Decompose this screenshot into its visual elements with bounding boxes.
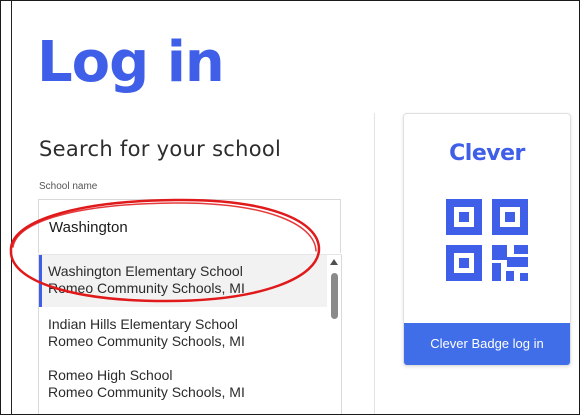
window-edge (11, 1, 12, 414)
result-school-name: Washington Elementary School (48, 263, 243, 279)
results-scrollbar[interactable] (327, 255, 341, 414)
result-item-washington-elementary[interactable]: Washington Elementary School Romeo Commu… (39, 255, 327, 307)
result-school-name: Indian Hills Elementary School (48, 316, 238, 332)
result-district: Romeo Community Schools, MI (48, 333, 245, 349)
clever-logo: Clever (449, 141, 525, 166)
scroll-thumb[interactable] (331, 273, 338, 319)
column-divider (374, 113, 375, 414)
result-item-romeo-high-school[interactable]: Romeo High School Romeo Community School… (39, 361, 327, 413)
result-item-indian-hills-elementary[interactable]: Indian Hills Elementary School Romeo Com… (39, 311, 327, 363)
scroll-up-arrow-icon[interactable] (330, 259, 338, 265)
result-school-name: Romeo High School (48, 367, 173, 383)
qr-code-icon (446, 199, 528, 281)
clever-badge-card: Clever Clever Badge log in (403, 113, 571, 366)
school-name-label: School name (39, 181, 98, 192)
login-page: Log in Search for your school School nam… (0, 0, 580, 415)
search-heading: Search for your school (39, 137, 282, 161)
result-district: Romeo Community Schools, MI (48, 384, 245, 400)
result-district: Romeo Community Schools, MI (48, 280, 245, 296)
page-title: Log in (37, 30, 225, 95)
clever-badge-login-button[interactable]: Clever Badge log in (404, 323, 570, 365)
school-search-input[interactable]: Washington (38, 199, 341, 253)
school-results-dropdown: Washington Elementary School Romeo Commu… (38, 254, 342, 414)
